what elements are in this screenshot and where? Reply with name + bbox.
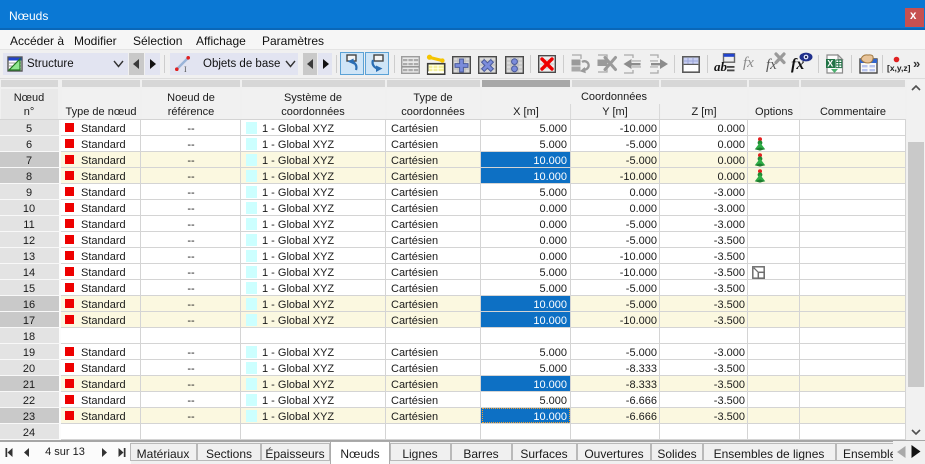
svg-text:I: I [184, 65, 187, 73]
svg-text:X: X [827, 59, 833, 69]
svg-text:ab: ab [714, 59, 728, 74]
